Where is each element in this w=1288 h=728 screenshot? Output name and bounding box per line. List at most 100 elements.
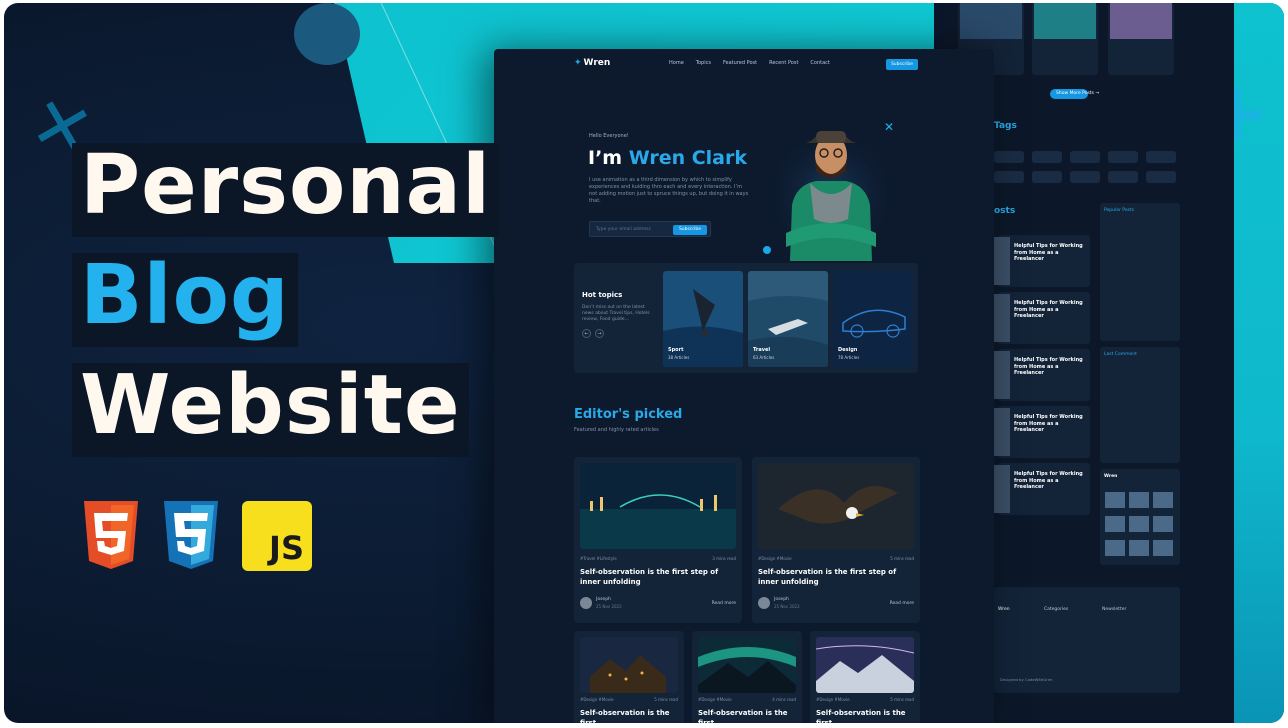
- sidebar-logo: Wren: [1104, 474, 1118, 479]
- thumbnail-canvas: ✕ + Tags osts Show More Posts → Helpful …: [4, 3, 1284, 723]
- tags-heading: Tags: [994, 121, 1017, 131]
- headline-line-1: Personal: [72, 143, 500, 237]
- headline-line-1-wrap: Personal: [72, 143, 500, 253]
- nav-recent-post[interactable]: Recent Post: [769, 60, 798, 66]
- nav-home[interactable]: Home: [669, 60, 684, 66]
- back-post-title-2[interactable]: Helpful Tips for Working from Home as a …: [1014, 300, 1086, 320]
- post-title[interactable]: Self-observation is the first step of in…: [758, 567, 914, 587]
- hero-title: I’m Wren Clark: [588, 147, 747, 169]
- post-image-town: [580, 637, 678, 693]
- topic-card-design[interactable]: Design 78 Articles: [833, 271, 913, 367]
- post-tags[interactable]: #Design #Movie: [698, 697, 732, 702]
- topic-name: Travel: [753, 347, 771, 353]
- website-preview-front: ✦ Wren Home Topics Featured Post Recent P…: [494, 49, 994, 723]
- topic-card-sport[interactable]: Sport 38 Articles: [663, 271, 743, 367]
- read-more-link[interactable]: Read more: [712, 601, 736, 606]
- hero-title-prefix: I’m: [588, 147, 629, 169]
- logo-icon: ✦: [574, 58, 582, 68]
- post-title[interactable]: Self-observation is the first step of in…: [580, 567, 736, 587]
- post-title[interactable]: Self-observation is the first: [698, 708, 798, 723]
- javascript-icon: JS: [242, 501, 312, 571]
- read-more-link[interactable]: Read more: [890, 601, 914, 606]
- post-image-city-night: [580, 463, 736, 549]
- topic-card-travel[interactable]: Travel 63 Articles: [748, 271, 828, 367]
- headline: Personal Blog Website: [72, 143, 500, 473]
- topic-name: Sport: [668, 347, 684, 353]
- post-author: Joseph: [596, 597, 611, 602]
- site-logo[interactable]: ✦ Wren: [574, 58, 610, 68]
- post-read-time: 5 mins read: [890, 556, 914, 561]
- nav-subscribe-button[interactable]: Subscribe: [886, 59, 918, 70]
- topic-name: Design: [838, 347, 858, 353]
- topic-count: 38 Articles: [668, 355, 690, 360]
- topic-count: 63 Articles: [753, 355, 775, 360]
- js-label: JS: [269, 529, 304, 567]
- post-title[interactable]: Self-observation is the first: [816, 708, 916, 723]
- copyright: Designed by CodeWithGrim: [1000, 677, 1053, 682]
- hero-greeting: Hello Everyone!: [589, 133, 629, 139]
- hot-topics-section: Hot topics Don’t miss out on the latest …: [574, 263, 918, 373]
- hot-topics-title: Hot topics: [582, 291, 623, 299]
- post-title[interactable]: Self-observation is the first: [580, 708, 680, 723]
- nav-topics[interactable]: Topics: [696, 60, 711, 66]
- next-arrow-icon[interactable]: →: [595, 329, 604, 338]
- post-card[interactable]: #Travel #Lifestyle 3 mins read Self-obse…: [574, 457, 742, 623]
- post-read-time: 3 mins read: [712, 556, 736, 561]
- prev-arrow-icon[interactable]: ←: [582, 329, 591, 338]
- back-post-title-1[interactable]: Helpful Tips for Working from Home as a …: [1014, 243, 1086, 263]
- post-image-aurora: [698, 637, 796, 693]
- hero-description: I use animation as a third dimension by …: [589, 177, 749, 204]
- back-post-title-4[interactable]: Helpful Tips for Working from Home as a …: [1014, 414, 1086, 434]
- hero-person-photo: [776, 129, 886, 261]
- author-avatar: [580, 597, 592, 609]
- post-card-small[interactable]: #Design #Movie 5 mins read Self-observat…: [810, 631, 920, 723]
- hero-decor-plus-icon: ✕: [884, 120, 895, 134]
- nav-featured-post[interactable]: Featured Post: [723, 60, 757, 66]
- headline-line-2-wrap: Blog: [72, 253, 499, 363]
- css3-icon: [164, 501, 218, 569]
- html5-icon: [84, 501, 138, 569]
- back-post-title-5[interactable]: Helpful Tips for Working from Home as a …: [1014, 471, 1086, 491]
- footer-logo: Wren: [998, 607, 1010, 612]
- decorative-circle: [294, 3, 360, 65]
- hero-subscribe-form: Type your email address Subscribe: [589, 221, 711, 237]
- author-avatar: [758, 597, 770, 609]
- headline-line-3: Website: [72, 363, 469, 457]
- hot-topics-description: Don’t miss out on the latest news about …: [582, 305, 650, 322]
- post-read-time: 4 mins read: [772, 697, 796, 702]
- post-tags[interactable]: #Design #Movie: [580, 697, 614, 702]
- post-tags[interactable]: #Travel #Lifestyle: [580, 556, 617, 561]
- last-comment-heading: Last Comment: [1104, 352, 1137, 357]
- footer-newsletter-heading: Newsletter: [1102, 607, 1127, 612]
- editors-picked-title: Editor's picked: [574, 407, 683, 422]
- hero-decor-dot-icon: [763, 246, 771, 254]
- site-logo-text: Wren: [583, 58, 611, 68]
- post-image-mountains: [816, 637, 914, 693]
- post-author: Joseph: [774, 597, 789, 602]
- show-more-button[interactable]: Show More Posts →: [1056, 91, 1099, 96]
- hero-name: Wren Clark: [628, 147, 748, 169]
- posts-heading: osts: [994, 206, 1016, 216]
- topic-count: 78 Articles: [838, 355, 860, 360]
- post-read-time: 5 mins read: [654, 697, 678, 702]
- hero-subscribe-button[interactable]: Subscribe: [673, 225, 707, 235]
- post-tags[interactable]: #Design #Movie: [758, 556, 792, 561]
- post-read-time: 5 mins read: [890, 697, 914, 702]
- site-navbar: ✦ Wren Home Topics Featured Post Recent P…: [494, 49, 994, 79]
- post-card[interactable]: #Design #Movie 5 mins read Self-observat…: [752, 457, 920, 623]
- nav-contact[interactable]: Contact: [810, 60, 829, 66]
- post-image-eagle: [758, 463, 914, 549]
- footer-categories-heading: Categories: [1044, 607, 1069, 612]
- headline-line-2: Blog: [72, 253, 298, 347]
- post-card-small[interactable]: #Design #Movie 5 mins read Self-observat…: [574, 631, 684, 723]
- hot-topics-arrows: ← →: [582, 329, 604, 338]
- post-tags[interactable]: #Design #Movie: [816, 697, 850, 702]
- post-date: 25 Nov 2022: [596, 604, 622, 609]
- post-card-small[interactable]: #Design #Movie 4 mins read Self-observat…: [692, 631, 802, 723]
- popular-posts-heading: Popular Posts: [1104, 208, 1135, 213]
- back-post-title-3[interactable]: Helpful Tips for Working from Home as a …: [1014, 357, 1086, 377]
- email-input[interactable]: Type your email address: [596, 227, 651, 232]
- editors-picked-subtitle: Featured and highly rated articles: [574, 427, 659, 433]
- post-date: 25 Nov 2022: [774, 604, 800, 609]
- nav-links: Home Topics Featured Post Recent Post Co…: [669, 60, 830, 66]
